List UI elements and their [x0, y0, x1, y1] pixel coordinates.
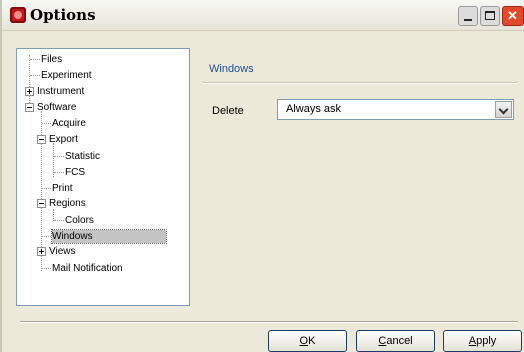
- tree-item-print[interactable]: Print: [52, 182, 73, 195]
- apply-button[interactable]: Apply: [443, 330, 522, 352]
- tree-item-colors[interactable]: Colors: [65, 214, 94, 227]
- plus-expander-icon[interactable]: [25, 87, 34, 96]
- tree-item-experiment[interactable]: Experiment: [41, 69, 92, 82]
- minus-expander-icon[interactable]: [37, 135, 46, 144]
- tree-line: [54, 172, 64, 173]
- minus-expander-icon[interactable]: [37, 199, 46, 208]
- plus-expander-icon[interactable]: [37, 247, 46, 256]
- tree-item-windows[interactable]: Windows: [51, 229, 167, 244]
- tree-line: [30, 59, 40, 60]
- minus-expander-icon[interactable]: [25, 103, 34, 112]
- tree-item-regions[interactable]: Regions: [49, 197, 86, 210]
- tree-item-statistic[interactable]: Statistic: [65, 150, 100, 163]
- ok-label: K: [308, 335, 316, 347]
- section-title: Windows: [209, 63, 254, 75]
- tree-item-software[interactable]: Software: [37, 101, 76, 114]
- chevron-down-icon[interactable]: [495, 101, 512, 118]
- cancel-button[interactable]: Cancel: [356, 330, 435, 352]
- tree-item-export[interactable]: Export: [49, 133, 78, 146]
- delete-select[interactable]: Always ask: [277, 99, 514, 120]
- tree-item-mail-notification[interactable]: Mail Notification: [52, 262, 123, 275]
- ok-button[interactable]: OK: [268, 330, 347, 352]
- app-logo-icon: [10, 7, 26, 23]
- tree-item-instrument[interactable]: Instrument: [37, 85, 84, 98]
- tree-line: [54, 156, 64, 157]
- button-separator: [20, 321, 518, 323]
- ok-mnemonic: O: [299, 335, 309, 347]
- title-bar[interactable]: Options: [2, 0, 524, 31]
- options-dialog: Options Files: [0, 0, 524, 352]
- delete-select-value: Always ask: [286, 103, 342, 115]
- options-tree[interactable]: Files Experiment Instrument Software Acq…: [16, 48, 190, 306]
- maximize-icon[interactable]: [480, 6, 500, 26]
- apply-label: pply: [476, 335, 497, 347]
- cancel-label: ancel: [386, 335, 413, 347]
- window-title: Options: [30, 6, 96, 24]
- tree-line: [30, 75, 40, 76]
- section-divider: [202, 82, 518, 84]
- tree-line: [29, 55, 30, 107]
- tree-line: [54, 220, 64, 221]
- minimize-icon[interactable]: [458, 6, 478, 26]
- tree-line: [42, 268, 51, 269]
- tree-line: [42, 123, 51, 124]
- tree-line: [42, 236, 51, 237]
- tree-item-fcs[interactable]: FCS: [65, 166, 85, 179]
- tree-line: [42, 188, 51, 189]
- close-icon[interactable]: [502, 6, 524, 26]
- delete-label: Delete: [212, 105, 244, 117]
- apply-mnemonic: A: [468, 335, 477, 347]
- tree-item-acquire[interactable]: Acquire: [52, 117, 86, 130]
- tree-content: Files Experiment Instrument Software Acq…: [17, 49, 189, 305]
- tree-item-files[interactable]: Files: [41, 53, 62, 66]
- tree-item-views[interactable]: Views: [49, 245, 76, 258]
